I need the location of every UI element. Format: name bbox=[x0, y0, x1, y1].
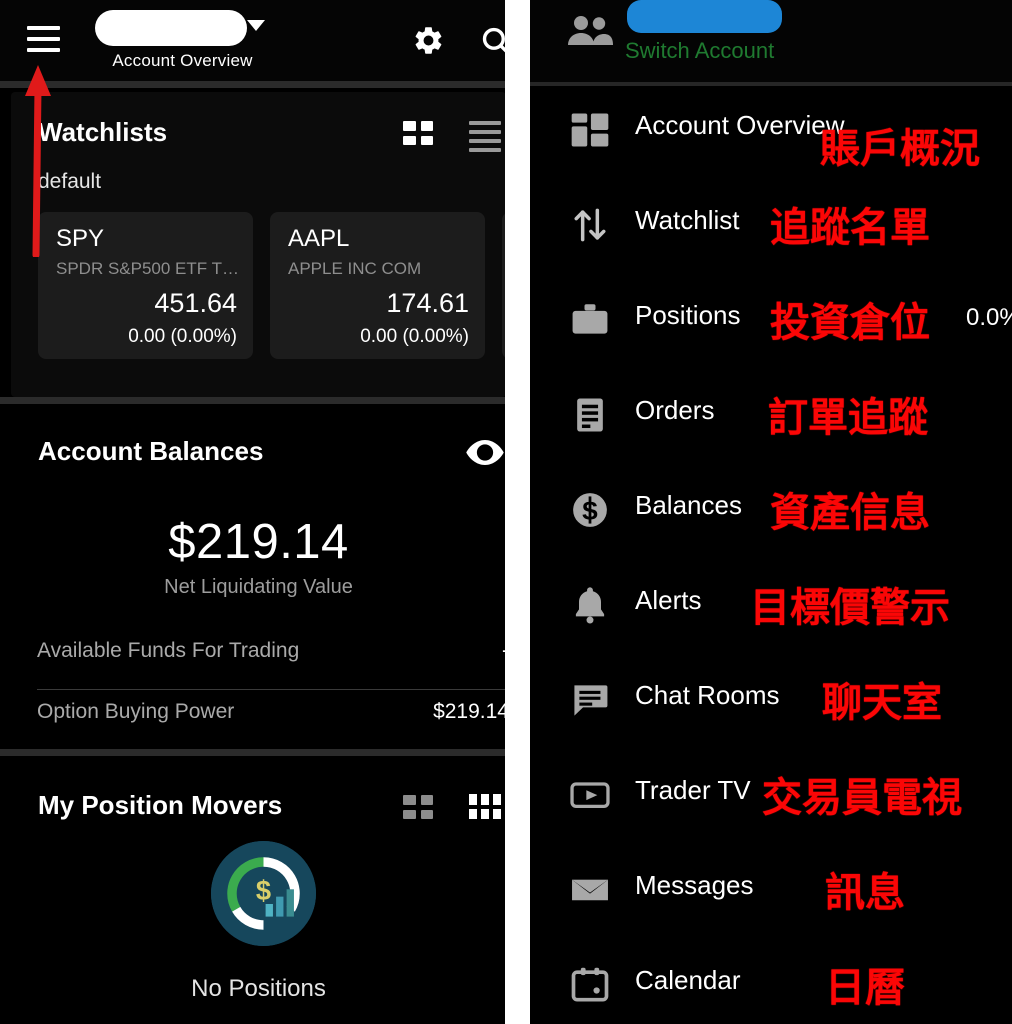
drawer-item-label: Messages bbox=[635, 870, 754, 900]
ticker-price: 451.64 bbox=[154, 288, 237, 318]
ticker-symbol: SPY bbox=[56, 225, 105, 252]
drawer-item-label: Chat Rooms bbox=[635, 680, 780, 710]
drawer-item-label: Balances bbox=[635, 490, 742, 520]
svg-text:$: $ bbox=[256, 875, 271, 906]
net-liquidating-value: $219.14 bbox=[168, 515, 349, 569]
chevron-down-icon[interactable] bbox=[247, 20, 265, 31]
ticker-change: 0.00 (0.00%) bbox=[360, 326, 469, 347]
drawer-item-annotation: 聊天室 bbox=[822, 680, 942, 726]
grid-2x2-view-icon[interactable] bbox=[403, 795, 433, 819]
envelope-icon bbox=[568, 868, 612, 912]
drawer-account-name-redaction bbox=[627, 0, 782, 33]
drawer-item-annotation: 交易員電視 bbox=[762, 775, 962, 821]
drawer-header[interactable]: Switch Account bbox=[530, 0, 1012, 82]
balance-row: Option Buying Power $219.14 bbox=[37, 700, 506, 760]
drawer-item-label: Calendar bbox=[635, 965, 741, 995]
drawer-item-positions[interactable]: Positions 投資倉位 0.0% bbox=[530, 276, 1012, 371]
drawer-item-chat-rooms[interactable]: Chat Rooms 聊天室 bbox=[530, 656, 1012, 751]
bell-icon bbox=[568, 583, 612, 627]
drawer-item-label: Watchlist bbox=[635, 205, 740, 235]
card-gap bbox=[0, 397, 506, 404]
eye-icon[interactable] bbox=[466, 440, 504, 465]
panel-divider bbox=[505, 0, 530, 1024]
gear-icon[interactable] bbox=[412, 24, 445, 57]
chat-bubble-icon bbox=[568, 678, 612, 722]
grid-view-icon[interactable] bbox=[403, 121, 433, 145]
no-positions-label: No Positions bbox=[191, 975, 326, 1002]
navigation-drawer-panel: Switch Account Account Overview 賬戶概況 Wat… bbox=[530, 0, 1012, 1024]
ticker-card-row: SPY SPDR S&P500 ETF TR… 451.64 0.00 (0.0… bbox=[38, 212, 506, 362]
balance-row-label: Option Buying Power bbox=[37, 700, 235, 723]
ticker-symbol: AAPL bbox=[288, 225, 350, 252]
drawer-item-annotation: 目標價警示 bbox=[750, 585, 950, 631]
watchlists-card: Watchlists default SPY SPDR S&P500 ETF T… bbox=[11, 92, 506, 397]
search-icon[interactable] bbox=[479, 24, 506, 58]
drawer-item-alerts[interactable]: Alerts 目標價警示 bbox=[530, 561, 1012, 656]
hamburger-menu-icon[interactable] bbox=[27, 26, 60, 52]
drawer-item-orders[interactable]: Orders 訂單追蹤 bbox=[530, 371, 1012, 466]
ticker-card[interactable]: AAPL APPLE INC COM 174.61 0.00 (0.00%) bbox=[270, 212, 485, 359]
drawer-item-messages[interactable]: Messages 訊息 bbox=[530, 846, 1012, 941]
drawer-item-annotation: 投資倉位 bbox=[770, 300, 930, 346]
drawer-item-balances[interactable]: S Balances 資產信息 bbox=[530, 466, 1012, 561]
dollar-circle-icon: S bbox=[568, 488, 612, 532]
drawer-item-label: Alerts bbox=[635, 585, 702, 615]
document-icon bbox=[568, 393, 612, 437]
positions-percent-value: 0.0% bbox=[966, 304, 1012, 331]
ticker-change: 0.00 (0.00%) bbox=[128, 326, 237, 347]
account-selector[interactable]: Account Overview bbox=[95, 7, 270, 73]
drawer-item-trader-tv[interactable]: Trader TV 交易員電視 bbox=[530, 751, 1012, 846]
drawer-item-account-overview[interactable]: Account Overview 賬戶概況 bbox=[530, 86, 1012, 181]
drawer-item-annotation: 日曆 bbox=[825, 965, 905, 1011]
list-view-icon[interactable] bbox=[469, 121, 501, 152]
switch-account-link[interactable]: Switch Account bbox=[625, 38, 774, 64]
net-liquidating-label: Net Liquidating Value bbox=[164, 576, 353, 598]
screenshot-root: Account Overview Watchlists default SPY … bbox=[0, 0, 1012, 1024]
account-balances-title: Account Balances bbox=[38, 436, 264, 466]
app-header: Account Overview bbox=[0, 0, 506, 81]
drawer-item-annotation: 追蹤名單 bbox=[770, 205, 930, 251]
balance-row-label: Available Funds For Trading bbox=[37, 639, 300, 662]
video-play-icon bbox=[568, 773, 612, 817]
briefcase-icon bbox=[568, 298, 612, 342]
drawer-item-annotation: 訂單追蹤 bbox=[768, 395, 928, 441]
ticker-description: APPLE INC COM bbox=[288, 259, 422, 278]
people-icon bbox=[566, 14, 614, 48]
ticker-card[interactable]: SPY SPDR S&P500 ETF TR… 451.64 0.00 (0.0… bbox=[38, 212, 253, 359]
drawer-item-label: Orders bbox=[635, 395, 715, 425]
drawer-item-calendar[interactable]: Calendar 日曆 bbox=[530, 941, 1012, 1024]
calendar-icon bbox=[568, 963, 612, 1007]
balance-row: Available Funds For Trading - bbox=[37, 639, 506, 699]
account-name-redaction bbox=[95, 10, 247, 46]
drawer-item-label: Account Overview bbox=[635, 110, 845, 140]
dashboard-icon bbox=[568, 108, 612, 152]
watchlists-title: Watchlists bbox=[38, 117, 168, 147]
position-movers-card: My Position Movers $ No Positions bbox=[11, 757, 506, 1024]
watchlist-name[interactable]: default bbox=[38, 170, 101, 194]
card-gap bbox=[0, 81, 506, 88]
drawer-item-annotation: 訊息 bbox=[825, 870, 905, 916]
position-movers-title: My Position Movers bbox=[38, 790, 283, 820]
balance-row-value: $219.14 bbox=[433, 700, 506, 723]
drawer-item-watchlist[interactable]: Watchlist 追蹤名單 bbox=[530, 181, 1012, 276]
drawer-item-label: Positions bbox=[635, 300, 741, 330]
sort-arrows-icon bbox=[568, 203, 612, 247]
drawer-item-label: Trader TV bbox=[635, 775, 751, 805]
grid-3x2-view-icon[interactable] bbox=[469, 794, 501, 819]
ticker-price: 174.61 bbox=[386, 288, 469, 318]
app-header-subtitle: Account Overview bbox=[112, 51, 253, 70]
divider bbox=[37, 689, 506, 690]
dashboard-panel: Account Overview Watchlists default SPY … bbox=[0, 0, 506, 1024]
account-balances-card: Account Balances $219.14 Net Liquidating… bbox=[11, 404, 506, 749]
drawer-item-annotation: 賬戶概況 bbox=[820, 126, 980, 172]
ticker-description: SPDR S&P500 ETF TR… bbox=[56, 259, 239, 278]
portfolio-donut-chart-icon: $ bbox=[211, 841, 316, 946]
drawer-item-annotation: 資產信息 bbox=[770, 490, 930, 536]
